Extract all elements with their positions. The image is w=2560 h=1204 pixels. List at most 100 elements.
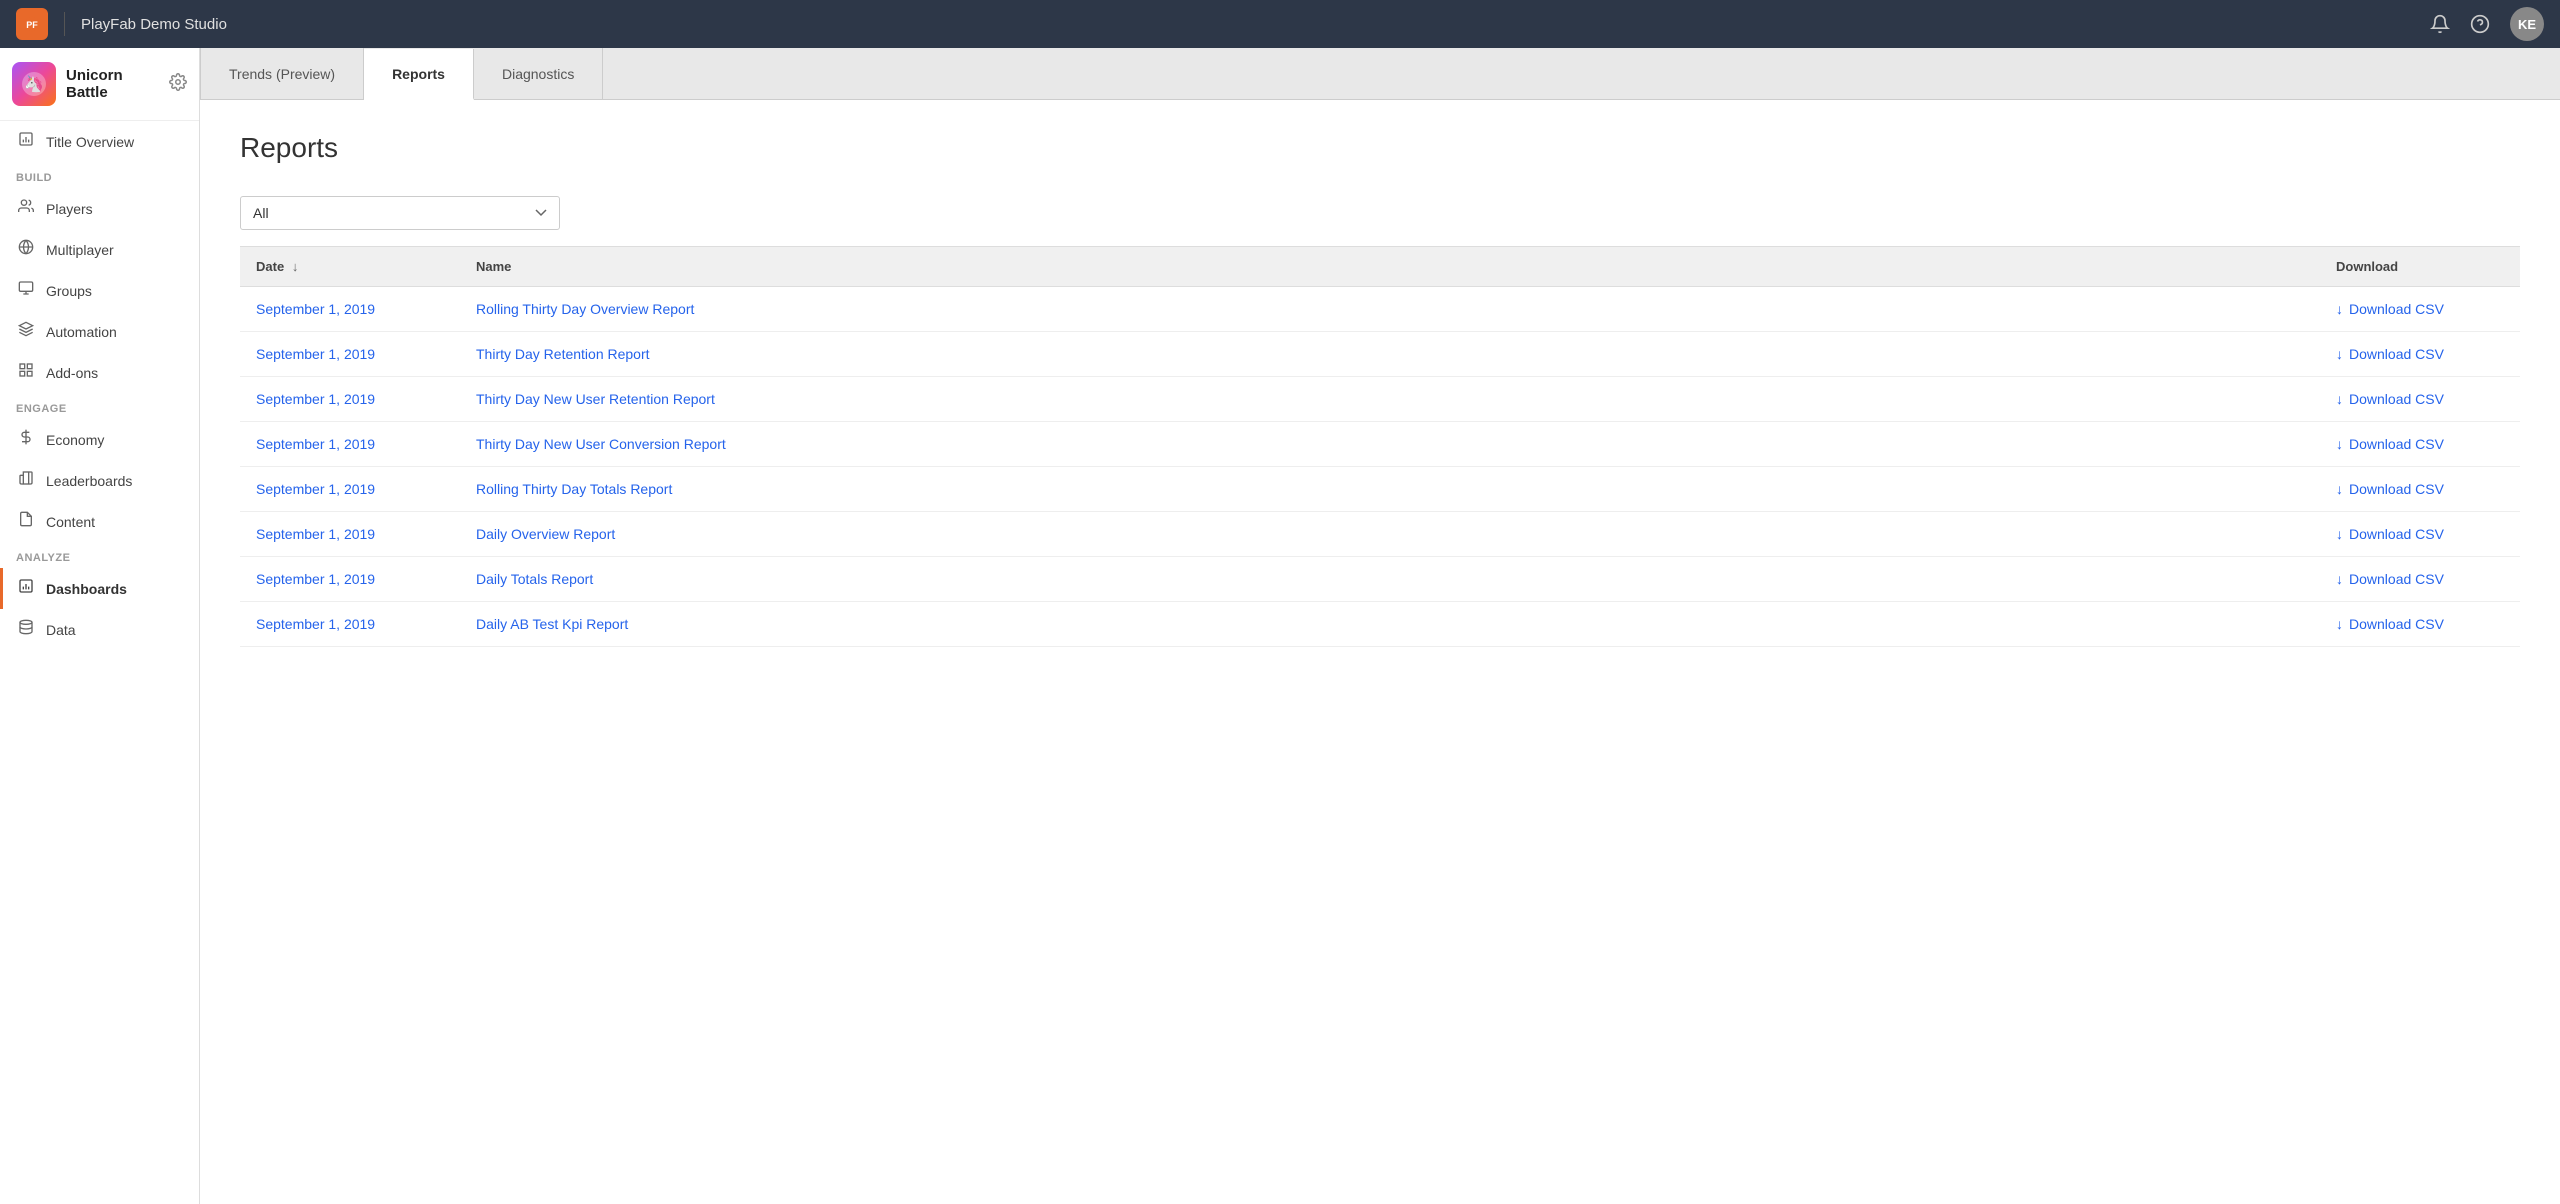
svg-text:🦄: 🦄 [24,74,44,93]
report-name-link[interactable]: Daily AB Test Kpi Report [476,616,628,632]
date-link[interactable]: September 1, 2019 [256,481,375,497]
download-icon: ↓ [2336,481,2343,497]
col-header-name: Name [460,247,2320,287]
download-icon: ↓ [2336,571,2343,587]
studio-name: PlayFab Demo Studio [81,16,2418,33]
help-button[interactable] [2470,14,2490,34]
sidebar-item-multiplayer[interactable]: Multiplayer [0,229,199,270]
sidebar-economy-label: Economy [46,432,104,448]
report-name-link[interactable]: Daily Overview Report [476,526,615,542]
game-icon: 🦄 [12,62,56,106]
analyze-section-label: ANALYZE [0,542,199,568]
automation-icon [16,321,36,342]
sidebar-automation-label: Automation [46,324,117,340]
download-icon: ↓ [2336,526,2343,542]
app-layout: 🦄 Unicorn Battle Title Overview BUILD [0,48,2560,1204]
table-row: September 1, 2019 Thirty Day New User Con… [240,422,2520,467]
date-link[interactable]: September 1, 2019 [256,436,375,452]
sidebar-item-automation[interactable]: Automation [0,311,199,352]
tab-bar: Trends (Preview) Reports Diagnostics [200,48,2560,100]
leaderboards-icon [16,470,36,491]
groups-icon [16,280,36,301]
bar-chart-icon [16,131,36,152]
sidebar-item-title-overview[interactable]: Title Overview [0,121,199,162]
download-icon: ↓ [2336,391,2343,407]
sidebar-data-label: Data [46,622,76,638]
table-row: September 1, 2019 Rolling Thirty Day Tota… [240,467,2520,512]
sidebar-item-dashboards[interactable]: Dashboards [0,568,199,609]
sidebar-groups-label: Groups [46,283,92,299]
sidebar-item-content[interactable]: Content [0,501,199,542]
topbar: PF PlayFab Demo Studio KE [0,0,2560,48]
download-icon: ↓ [2336,616,2343,632]
report-name-link[interactable]: Rolling Thirty Day Overview Report [476,301,694,317]
download-csv-link[interactable]: ↓Download CSV [2336,571,2504,587]
globe-icon [16,239,36,260]
players-icon [16,198,36,219]
report-name-link[interactable]: Thirty Day Retention Report [476,346,650,362]
table-row: September 1, 2019 Daily Totals Report ↓Dow… [240,557,2520,602]
download-csv-link[interactable]: ↓Download CSV [2336,346,2504,362]
table-row: September 1, 2019 Rolling Thirty Day Over… [240,287,2520,332]
playfab-logo: PF [16,8,48,40]
report-name-link[interactable]: Thirty Day New User Retention Report [476,391,715,407]
sidebar-players-label: Players [46,201,93,217]
date-link[interactable]: September 1, 2019 [256,526,375,542]
sidebar-item-groups[interactable]: Groups [0,270,199,311]
download-csv-link[interactable]: ↓Download CSV [2336,436,2504,452]
main-content: Trends (Preview) Reports Diagnostics Rep… [200,48,2560,1204]
report-name-link[interactable]: Rolling Thirty Day Totals Report [476,481,672,497]
download-csv-link[interactable]: ↓Download CSV [2336,391,2504,407]
dashboards-icon [16,578,36,599]
sidebar-leaderboards-label: Leaderboards [46,473,132,489]
report-name-link[interactable]: Thirty Day New User Conversion Report [476,436,726,452]
download-icon: ↓ [2336,436,2343,452]
table-row: September 1, 2019 Daily AB Test Kpi Repor… [240,602,2520,647]
settings-icon[interactable] [169,73,187,96]
table-row: September 1, 2019 Daily Overview Report ↓D… [240,512,2520,557]
filter-row: All Daily Weekly Monthly [240,196,2520,230]
date-link[interactable]: September 1, 2019 [256,391,375,407]
date-link[interactable]: September 1, 2019 [256,301,375,317]
col-header-date[interactable]: Date ↓ [240,247,460,287]
svg-text:PF: PF [26,20,38,30]
data-icon [16,619,36,640]
download-csv-link[interactable]: ↓Download CSV [2336,526,2504,542]
content-area: Reports All Daily Weekly Monthly Date ↓ [200,100,2560,1204]
sort-arrow-icon: ↓ [292,259,299,274]
sidebar-addons-label: Add-ons [46,365,98,381]
sidebar-item-addons[interactable]: Add-ons [0,352,199,393]
sidebar-item-players[interactable]: Players [0,188,199,229]
col-header-download: Download [2320,247,2520,287]
date-link[interactable]: September 1, 2019 [256,571,375,587]
download-csv-link[interactable]: ↓Download CSV [2336,301,2504,317]
engage-section-label: ENGAGE [0,393,199,419]
game-header: 🦄 Unicorn Battle [0,48,199,121]
addons-icon [16,362,36,383]
date-link[interactable]: September 1, 2019 [256,346,375,362]
date-link[interactable]: September 1, 2019 [256,616,375,632]
tab-diagnostics[interactable]: Diagnostics [474,48,603,99]
download-icon: ↓ [2336,346,2343,362]
sidebar-dashboards-label: Dashboards [46,581,127,597]
topbar-divider [64,12,65,36]
build-section-label: BUILD [0,162,199,188]
sidebar-item-economy[interactable]: Economy [0,419,199,460]
game-name: Unicorn Battle [66,67,159,101]
download-csv-link[interactable]: ↓Download CSV [2336,616,2504,632]
download-icon: ↓ [2336,301,2343,317]
table-row: September 1, 2019 Thirty Day New User Ret… [240,377,2520,422]
tab-trends[interactable]: Trends (Preview) [200,48,364,99]
sidebar-multiplayer-label: Multiplayer [46,242,114,258]
sidebar-item-leaderboards[interactable]: Leaderboards [0,460,199,501]
economy-icon [16,429,36,450]
user-avatar[interactable]: KE [2510,7,2544,41]
download-csv-link[interactable]: ↓Download CSV [2336,481,2504,497]
sidebar-item-data[interactable]: Data [0,609,199,650]
page-title: Reports [240,132,2520,164]
tab-reports[interactable]: Reports [364,49,474,100]
report-name-link[interactable]: Daily Totals Report [476,571,593,587]
reports-table: Date ↓ Name Download September 1, 2019 Ro… [240,246,2520,647]
filter-select[interactable]: All Daily Weekly Monthly [240,196,560,230]
notification-button[interactable] [2430,14,2450,34]
